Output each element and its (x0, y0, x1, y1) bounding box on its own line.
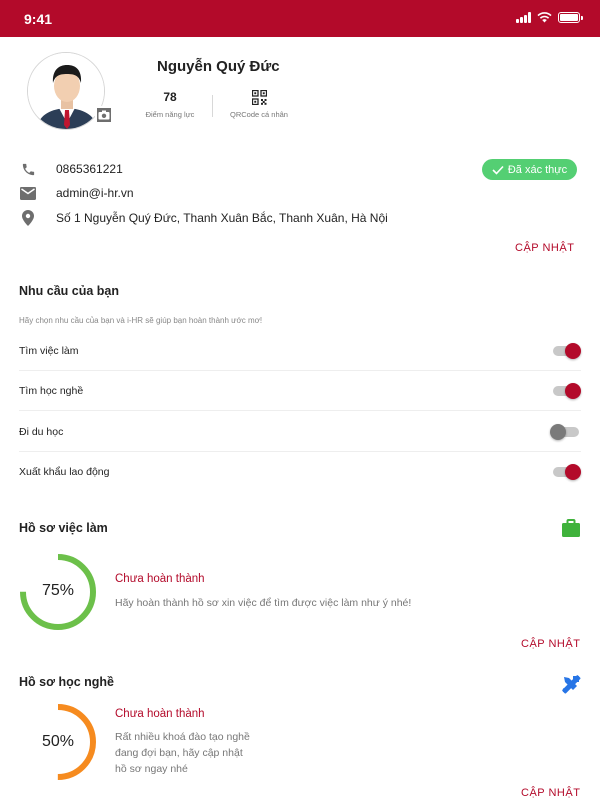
signal-icon (516, 12, 531, 23)
verified-label: Đã xác thực (507, 163, 568, 176)
phone-row: 0865361221 (19, 160, 123, 178)
phone-icon (19, 160, 37, 178)
vocational-description-line: đang đợi bạn, hãy cập nhật (115, 747, 243, 759)
location-pin-icon (19, 209, 37, 227)
need-row-labor-export: Xuất khẩu lao động (19, 452, 581, 492)
vocational-description-line: hồ sơ ngay nhé (115, 763, 188, 775)
avatar[interactable] (27, 52, 105, 130)
stat-divider (212, 95, 213, 117)
update-contact-button[interactable]: CẬP NHẬT (515, 242, 574, 254)
battery-icon (558, 12, 583, 23)
need-toggle-job[interactable] (553, 343, 581, 359)
avatar-image (28, 53, 104, 129)
email-row: admin@i-hr.vn (19, 184, 134, 202)
email-address: admin@i-hr.vn (56, 186, 134, 200)
need-toggle-labor-export[interactable] (553, 464, 581, 480)
email-icon (19, 184, 37, 202)
need-toggle-study-abroad[interactable] (550, 424, 581, 440)
vocational-profile-title: Hồ sơ học nghề (19, 675, 115, 689)
check-icon (492, 165, 504, 175)
points-stat[interactable]: 78 Điểm năng lực (138, 90, 202, 119)
job-description: Hãy hoàn thành hồ sơ xin việc để tìm đượ… (115, 597, 412, 609)
need-label: Đi du học (19, 425, 64, 438)
job-profile-title: Hồ sơ việc làm (19, 521, 108, 535)
verified-badge: Đã xác thực (482, 159, 577, 180)
status-bar: 9:41 (0, 0, 600, 37)
phone-number: 0865361221 (56, 162, 123, 176)
update-vocational-profile-button[interactable]: CẬP NHẬT (521, 787, 580, 799)
need-row-vocational: Tìm học nghề (19, 371, 581, 411)
need-label: Xuất khẩu lao động (19, 466, 110, 478)
status-icons (516, 12, 583, 23)
need-label: Tìm việc làm (19, 344, 79, 357)
vocational-description: Rất nhiều khoá đào tạo nghề đang đợi bạn… (115, 729, 250, 777)
briefcase-icon[interactable] (561, 518, 581, 538)
need-row-job: Tìm việc làm (19, 331, 581, 371)
vocational-status: Chưa hoàn thành (115, 708, 205, 720)
qr-code-label: QRCode cá nhân (230, 110, 288, 119)
need-toggle-vocational[interactable] (553, 383, 581, 399)
update-job-profile-button[interactable]: CẬP NHẬT (521, 638, 580, 650)
address-text: Số 1 Nguyễn Quý Đức, Thanh Xuân Bắc, Tha… (56, 211, 388, 225)
need-row-study-abroad: Đi du học (19, 412, 581, 452)
need-label: Tìm học nghề (19, 384, 84, 397)
points-label: Điểm năng lực (145, 110, 195, 119)
pencil-ruler-icon[interactable] (561, 674, 581, 694)
qr-code-icon[interactable] (225, 90, 293, 105)
profile-name: Nguyễn Quý Đức (157, 58, 280, 75)
wifi-icon (537, 12, 552, 23)
vocational-progress-label: 50% (41, 733, 75, 750)
status-time: 9:41 (24, 11, 53, 27)
camera-glyph (98, 110, 110, 120)
job-status: Chưa hoàn thành (115, 573, 205, 585)
qr-code-stat[interactable]: QRCode cá nhân (225, 90, 293, 119)
vocational-description-line: Rất nhiều khoá đào tạo nghề (115, 731, 250, 743)
job-progress-label: 75% (41, 582, 75, 599)
avatar-container[interactable] (27, 52, 113, 130)
address-row: Số 1 Nguyễn Quý Đức, Thanh Xuân Bắc, Tha… (19, 209, 388, 227)
points-value: 78 (163, 90, 177, 104)
needs-hint: Hãy chọn nhu cầu của bạn và i-HR sẽ giúp… (19, 316, 263, 325)
needs-title: Nhu cầu của bạn (19, 284, 120, 298)
camera-icon[interactable] (95, 106, 113, 124)
